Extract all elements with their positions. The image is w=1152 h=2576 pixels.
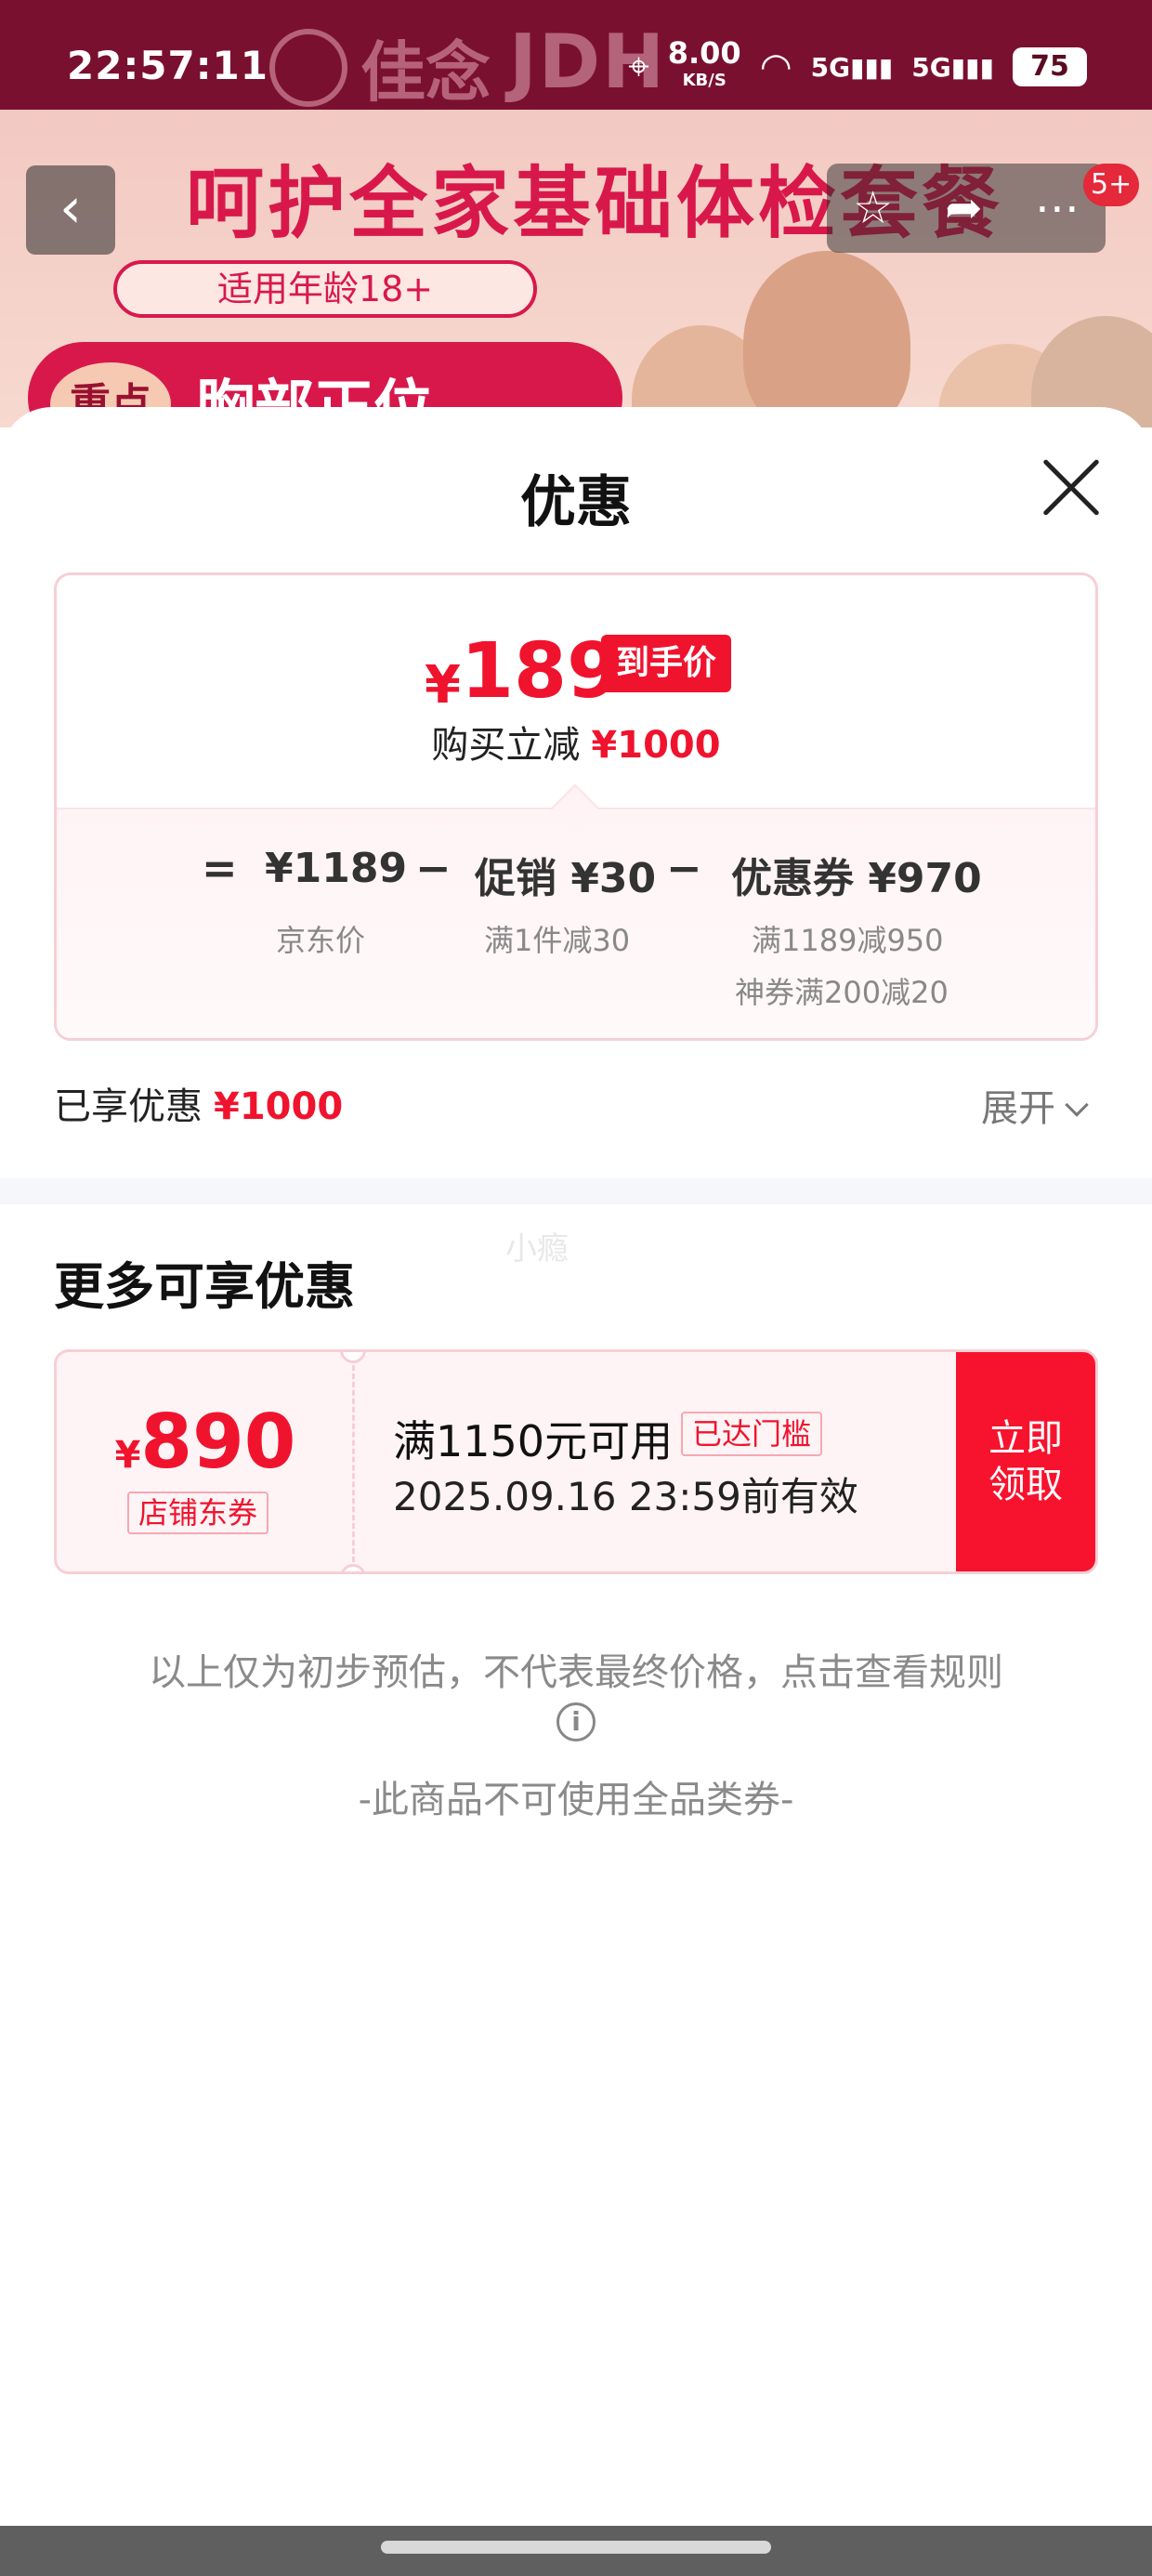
equals-sign: =	[202, 843, 238, 893]
coupon-condition: 满1150元可用	[393, 1416, 674, 1466]
expand-button[interactable]: 展开	[981, 1078, 1089, 1132]
estimate-rules-link[interactable]: 以上仅为初步预估，不代表最终价格，点击查看规则	[0, 1650, 1152, 1695]
coupon-discount: 优惠券 ¥970	[731, 855, 982, 902]
banner-age: 适用年龄18+	[113, 260, 537, 318]
status-icons: ⌖ 8.00 KB/S ◠ 5G▮▮▮ 5G▮▮▮ 75	[628, 38, 1087, 95]
share-icon[interactable]: ➦	[945, 182, 982, 234]
enjoyed-amount: ¥1000	[214, 1085, 344, 1128]
minus-sign-2: −	[666, 843, 702, 893]
wifi-icon: ◠	[759, 46, 792, 88]
price-breakdown-card: ¥189 到手价 购买立减 ¥1000 = ¥1189 京东价 − 促销 ¥30 …	[54, 572, 1098, 1041]
app-logo-text: 佳念	[360, 34, 491, 111]
signal-label-2: 5G	[911, 51, 951, 83]
battery-icon: 75	[1013, 47, 1087, 86]
coupon-card: ¥890 店铺东券 满1150元可用 已达门槛 2025.09.16 23:59…	[54, 1349, 1098, 1574]
chevron-down-icon	[1065, 1093, 1089, 1117]
category-coupon-note: -此商品不可使用全品类券-	[358, 1779, 794, 1821]
status-bar: 22:57:11 佳念 JDH ⌖ 8.00 KB/S ◠ 5G▮▮▮ 5G▮▮…	[0, 0, 1152, 111]
app-logo-icon	[269, 28, 347, 107]
enjoyed-discount: 已享优惠 ¥1000	[54, 1076, 343, 1130]
message-badge: 5+	[1083, 164, 1140, 206]
status-time: 22:57:11	[67, 43, 268, 88]
more-discounts-title: 更多可享优惠	[54, 1257, 355, 1316]
coupon-value-area: ¥890 店铺东券	[57, 1352, 354, 1571]
claim-label-2: 领取	[988, 1464, 1063, 1506]
expand-label: 展开	[981, 1087, 1055, 1130]
location-icon: ⌖	[628, 46, 649, 88]
close-button[interactable]	[1039, 455, 1104, 520]
section-divider	[0, 1178, 1152, 1204]
coupon-amount-value: 890	[140, 1399, 296, 1485]
promo-detail: 满1件减30	[484, 923, 631, 958]
claim-label-1: 立即	[988, 1417, 1063, 1460]
final-price-tag: 到手价	[601, 635, 732, 692]
coupon-amount: ¥890	[57, 1399, 354, 1485]
signal-icon-2: 5G▮▮▮	[911, 51, 994, 83]
final-price: ¥189	[425, 627, 620, 716]
reduction-amount: ¥1000	[591, 724, 721, 767]
nav-actions: ☆ ➦ ⋯	[827, 164, 1106, 253]
sheet-title: 优惠	[520, 470, 632, 535]
coupon-detail-1: 满1189减950	[752, 923, 944, 958]
back-button[interactable]: ‹	[26, 165, 115, 255]
coupon-threshold-badge: 已达门槛	[681, 1412, 823, 1456]
coupon-detail-2: 神券满200减20	[735, 975, 949, 1010]
signal-icon: 5G▮▮▮	[810, 51, 894, 83]
instant-reduction: 购买立减 ¥1000	[57, 715, 1095, 769]
network-speed: 8.00 KB/S	[668, 38, 741, 95]
reduction-label: 购买立减	[431, 724, 581, 767]
coupon-currency: ¥	[114, 1434, 141, 1477]
home-indicator[interactable]	[381, 2541, 771, 2554]
jd-price-label: 京东价	[276, 923, 366, 958]
banner-people-image	[632, 232, 1152, 427]
coupon-separator	[352, 1365, 355, 1562]
watermark: 小瘾	[505, 1230, 569, 1268]
minus-sign: −	[415, 843, 452, 893]
coupon-validity: 2025.09.16 23:59前有效	[393, 1474, 858, 1519]
more-icon[interactable]: ⋯	[1035, 182, 1080, 234]
network-speed-value: 8.00	[667, 35, 741, 71]
coupon-type: 店铺东券	[127, 1492, 269, 1534]
signal-label: 5G	[810, 51, 851, 83]
enjoyed-label: 已享优惠	[54, 1085, 203, 1128]
app-logo: 佳念	[269, 20, 491, 114]
jd-price: ¥1189	[265, 845, 408, 892]
info-icon[interactable]: i	[556, 1702, 596, 1741]
final-price-value: 189	[460, 627, 621, 716]
claim-coupon-button[interactable]: 立即 领取	[956, 1352, 1095, 1571]
promo-discount: 促销 ¥30	[475, 855, 657, 902]
final-price-currency: ¥	[425, 655, 461, 716]
favorite-icon[interactable]: ☆	[853, 182, 893, 234]
network-speed-unit: KB/S	[682, 71, 727, 90]
